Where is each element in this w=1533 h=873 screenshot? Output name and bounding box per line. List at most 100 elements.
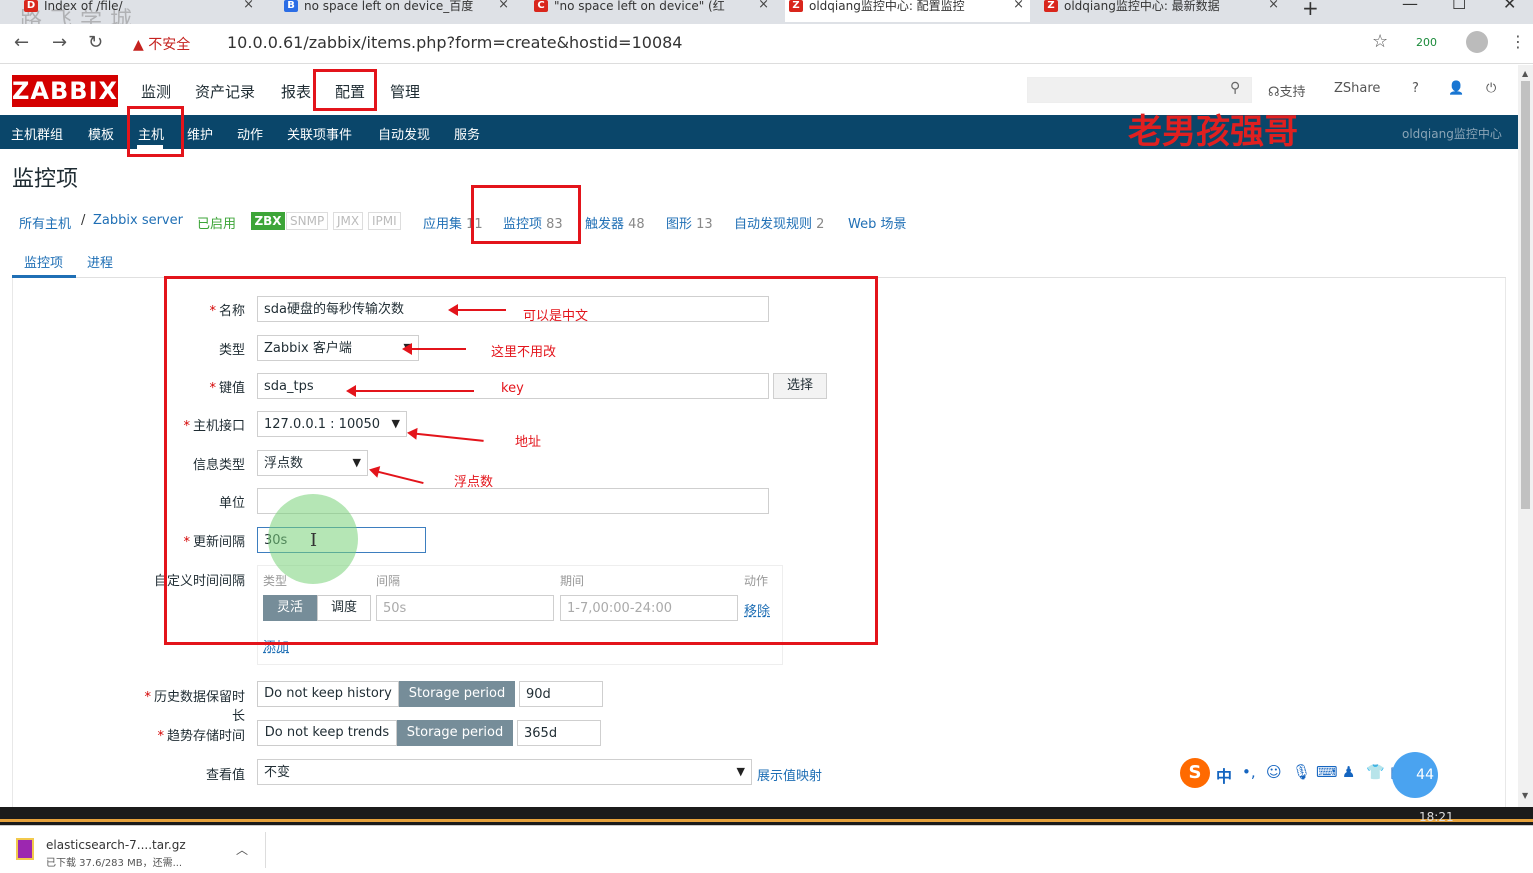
- host-tab-discovery-rules[interactable]: 自动发现规则 2: [734, 213, 824, 232]
- submenu-maintenance[interactable]: 维护: [187, 124, 213, 143]
- zabbix-logo[interactable]: ZABBIX: [12, 75, 118, 107]
- highlight-configuration: [313, 69, 377, 111]
- browser-tab-index[interactable]: D Index of /file/ ×: [20, 0, 260, 22]
- insecure-label: 不安全: [148, 37, 191, 53]
- show-value-mappings-link[interactable]: 展示值映射: [757, 765, 822, 784]
- chevron-up-icon[interactable]: ︿: [236, 841, 248, 858]
- microphone-icon[interactable]: 🎙: [1292, 763, 1311, 781]
- close-tab-icon[interactable]: ×: [243, 0, 254, 11]
- submenu-templates[interactable]: 模板: [88, 124, 114, 143]
- close-tab-icon[interactable]: ×: [1013, 0, 1024, 11]
- label-text: 趋势存储时间: [166, 729, 245, 744]
- form-tab-preprocessing[interactable]: 进程: [87, 252, 113, 271]
- browser-tab-search[interactable]: C "no space left on device" (红 ×: [530, 0, 775, 22]
- valuemap-label: 查看值: [205, 768, 245, 783]
- profile-avatar[interactable]: [1466, 31, 1488, 53]
- download-filename[interactable]: elasticsearch-7....tar.gz: [46, 838, 186, 852]
- submenu-actions[interactable]: 动作: [237, 124, 263, 143]
- snmp-availability-badge: SNMP: [286, 212, 329, 230]
- history-no-keep-toggle[interactable]: Do not keep history: [257, 681, 399, 707]
- insecure-indicator[interactable]: ▲ 不安全: [133, 34, 190, 54]
- emoji-icon[interactable]: ☺: [1266, 763, 1282, 781]
- breadcrumb-host[interactable]: Zabbix server: [93, 213, 183, 228]
- trends-storage-toggle[interactable]: Storage period: [397, 720, 513, 746]
- logout-icon[interactable]: ⏻: [1486, 81, 1496, 96]
- highlight-hosts: [127, 106, 184, 157]
- tab-label: oldqiang监控中心: 最新数据: [1064, 0, 1220, 13]
- browser-tab-config[interactable]: Z oldqiang监控中心: 配置监控 ×: [785, 0, 1030, 22]
- host-tab-web-scenarios[interactable]: Web 场景: [848, 213, 906, 232]
- tab-label: 应用集: [423, 217, 463, 232]
- ipmi-availability-badge: IPMI: [368, 212, 401, 230]
- scrollbar-thumb[interactable]: [1521, 81, 1530, 509]
- forward-icon[interactable]: →: [52, 32, 67, 53]
- sogou-logo-icon[interactable]: S: [1180, 758, 1210, 788]
- history-label: * 历史数据保留时长: [144, 690, 245, 724]
- menu-monitoring[interactable]: 监测: [141, 81, 171, 102]
- trends-period-input[interactable]: 365d: [517, 720, 601, 746]
- user-profile-icon[interactable]: 👤: [1448, 81, 1464, 96]
- zbx-availability-badge: ZBX: [251, 212, 285, 230]
- host-tab-triggers[interactable]: 触发器 48: [585, 213, 645, 232]
- select-value: 不变: [264, 765, 291, 780]
- scroll-up-icon[interactable]: ▲: [1522, 69, 1528, 78]
- close-tab-icon[interactable]: ×: [1268, 0, 1279, 11]
- support-link[interactable]: ☊支持: [1268, 81, 1306, 100]
- download-bar: elasticsearch-7....tar.gz 已下载 37.6/283 M…: [0, 825, 1533, 873]
- global-search-input[interactable]: [1027, 77, 1252, 103]
- url-field[interactable]: 10.0.0.61/zabbix/items.php?form=create&h…: [227, 33, 682, 52]
- help-link[interactable]: ?: [1412, 81, 1419, 96]
- close-tab-icon[interactable]: ×: [498, 0, 509, 11]
- arrow-type: [402, 343, 466, 355]
- trends-no-keep-toggle[interactable]: Do not keep trends: [257, 720, 397, 746]
- submenu-correlation[interactable]: 关联项事件: [287, 124, 352, 143]
- skin-icon[interactable]: 👕: [1366, 763, 1385, 781]
- search-icon[interactable]: ⚲: [1230, 80, 1240, 96]
- host-tab-graphs[interactable]: 图形 13: [666, 213, 713, 232]
- extension-badge[interactable]: 200: [1416, 36, 1437, 49]
- pdf-favicon-icon: D: [24, 0, 38, 12]
- history-period-input[interactable]: 90d: [519, 681, 603, 707]
- menu-administration[interactable]: 管理: [390, 81, 420, 102]
- back-icon[interactable]: ←: [14, 32, 29, 53]
- tab-label: Index of /file/: [44, 0, 123, 13]
- browser-tab-baidu[interactable]: B no space left on device_百度 ×: [280, 0, 515, 22]
- bookmark-star-icon[interactable]: ☆: [1372, 31, 1388, 52]
- floating-badge[interactable]: 44: [1392, 752, 1438, 798]
- user-icon[interactable]: ♟: [1342, 763, 1355, 781]
- page-scrollbar[interactable]: ▲ ▼: [1518, 65, 1533, 807]
- arrow-key: [346, 385, 474, 397]
- close-tab-icon[interactable]: ×: [758, 0, 769, 11]
- menu-inventory[interactable]: 资产记录: [195, 81, 255, 102]
- highlight-items-tab: [471, 185, 581, 244]
- maximize-icon[interactable]: ☐: [1452, 0, 1466, 13]
- scroll-down-icon[interactable]: ▼: [1522, 791, 1528, 800]
- new-tab-button[interactable]: +: [1302, 0, 1319, 20]
- address-bar: ← → ↻ ▲ 不安全 10.0.0.61/zabbix/items.php?f…: [0, 24, 1533, 64]
- menu-reports[interactable]: 报表: [281, 81, 311, 102]
- reload-icon[interactable]: ↻: [88, 32, 103, 53]
- browser-tab-bar: 路飞学城 D Index of /file/ × B no space left…: [0, 0, 1533, 33]
- submenu-discovery[interactable]: 自动发现: [378, 124, 430, 143]
- tab-count: 48: [628, 217, 645, 232]
- note-interface: 地址: [515, 435, 542, 450]
- jmx-availability-badge: JMX: [333, 212, 364, 230]
- share-link[interactable]: ZShare: [1334, 81, 1380, 96]
- ime-language-toggle[interactable]: 中: [1216, 763, 1232, 787]
- submenu-host-groups[interactable]: 主机群组: [11, 124, 63, 143]
- valuemap-select[interactable]: 不变 ▼: [257, 759, 752, 785]
- keyboard-icon[interactable]: ⌨: [1316, 763, 1338, 781]
- tab-count: 2: [816, 217, 825, 232]
- host-status-enabled[interactable]: 已启用: [197, 213, 236, 232]
- punctuation-icon[interactable]: •,: [1242, 763, 1256, 781]
- tab-label: "no space left on device" (红: [554, 0, 725, 13]
- history-storage-toggle[interactable]: Storage period: [399, 681, 515, 707]
- text-cursor-icon: I: [310, 530, 318, 551]
- breadcrumb-all-hosts[interactable]: 所有主机: [19, 213, 71, 232]
- window-close-icon[interactable]: ✕: [1503, 0, 1516, 13]
- browser-menu-icon[interactable]: ⋮: [1510, 32, 1526, 51]
- browser-tab-latest[interactable]: Z oldqiang监控中心: 最新数据 ×: [1040, 0, 1285, 22]
- minimize-icon[interactable]: —: [1402, 0, 1418, 13]
- form-tab-item[interactable]: 监控项: [24, 252, 63, 271]
- submenu-services[interactable]: 服务: [454, 124, 480, 143]
